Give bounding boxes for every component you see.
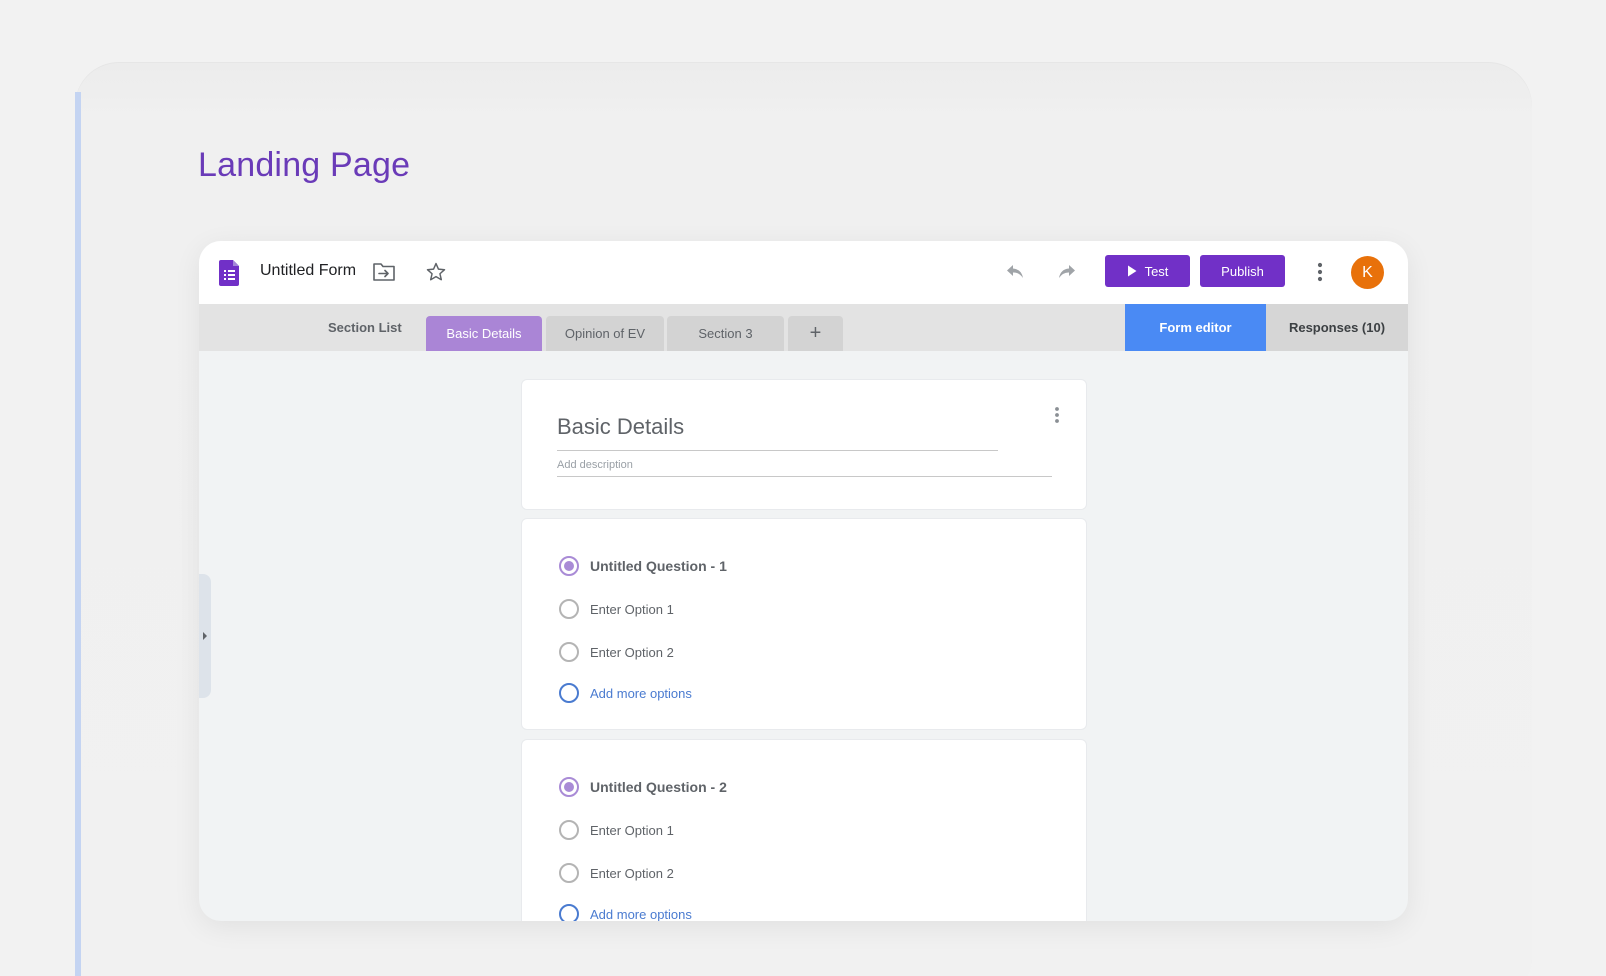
section-list-label[interactable]: Section List	[328, 320, 402, 335]
publish-button[interactable]: Publish	[1200, 255, 1285, 287]
form-editor-frame: Untitled Form Test Publish K Section Lis…	[199, 241, 1408, 921]
undo-icon[interactable]	[1005, 263, 1025, 281]
option-row: Enter Option 2	[559, 642, 674, 662]
sidebar-toggle[interactable]	[199, 574, 211, 698]
option-text[interactable]: Enter Option 1	[590, 602, 674, 617]
tab-opinion-of-ev[interactable]: Opinion of EV	[546, 316, 664, 351]
question-card: Untitled Question - 1 Enter Option 1 Ent…	[521, 518, 1087, 730]
option-row: Enter Option 1	[559, 599, 674, 619]
form-name[interactable]: Untitled Form	[260, 262, 356, 280]
more-vert-icon[interactable]	[1317, 262, 1323, 282]
description-field[interactable]: Add description	[557, 459, 1052, 477]
add-option-row: Add more options	[559, 683, 692, 703]
test-button[interactable]: Test	[1105, 255, 1190, 287]
radio-icon[interactable]	[559, 642, 579, 662]
add-section-button[interactable]: +	[788, 316, 843, 351]
tab-basic-details[interactable]: Basic Details	[426, 316, 542, 351]
question-title-row: Untitled Question - 1	[559, 556, 727, 576]
radio-selected-icon[interactable]	[559, 556, 579, 576]
option-text[interactable]: Enter Option 2	[590, 645, 674, 660]
play-icon	[1127, 265, 1137, 277]
form-doc-icon	[219, 260, 239, 286]
question-card: Untitled Question - 2 Enter Option 1 Ent…	[521, 739, 1087, 921]
page-title: Landing Page	[198, 146, 411, 184]
option-row: Enter Option 1	[559, 820, 674, 840]
test-button-label: Test	[1144, 263, 1169, 279]
tab-responses[interactable]: Responses (10)	[1266, 304, 1408, 351]
question-title[interactable]: Untitled Question - 1	[590, 558, 727, 574]
add-option-row: Add more options	[559, 904, 692, 921]
top-bar: Untitled Form Test Publish K	[199, 241, 1408, 304]
move-to-folder-icon[interactable]	[372, 261, 396, 283]
radio-add-icon[interactable]	[559, 683, 579, 703]
add-more-options-link[interactable]: Add more options	[590, 686, 692, 701]
tab-section-3[interactable]: Section 3	[667, 316, 784, 351]
option-text[interactable]: Enter Option 2	[590, 866, 674, 881]
accent-bar	[75, 92, 81, 976]
section-title-field[interactable]: Basic Details	[557, 414, 998, 451]
chevron-right-icon	[203, 632, 207, 640]
redo-icon[interactable]	[1057, 263, 1077, 281]
option-row: Enter Option 2	[559, 863, 674, 883]
star-icon[interactable]	[425, 261, 447, 283]
question-title[interactable]: Untitled Question - 2	[590, 779, 727, 795]
radio-icon[interactable]	[559, 820, 579, 840]
radio-add-icon[interactable]	[559, 904, 579, 921]
add-more-options-link[interactable]: Add more options	[590, 907, 692, 922]
avatar[interactable]: K	[1351, 256, 1384, 289]
section-header-card: Basic Details Add description	[521, 379, 1087, 510]
radio-icon[interactable]	[559, 863, 579, 883]
more-vert-icon[interactable]	[1054, 406, 1060, 424]
radio-selected-icon[interactable]	[559, 777, 579, 797]
section-tab-bar: Section List Basic Details Opinion of EV…	[199, 304, 1408, 351]
option-text[interactable]: Enter Option 1	[590, 823, 674, 838]
tab-form-editor[interactable]: Form editor	[1125, 304, 1266, 351]
radio-icon[interactable]	[559, 599, 579, 619]
question-title-row: Untitled Question - 2	[559, 777, 727, 797]
